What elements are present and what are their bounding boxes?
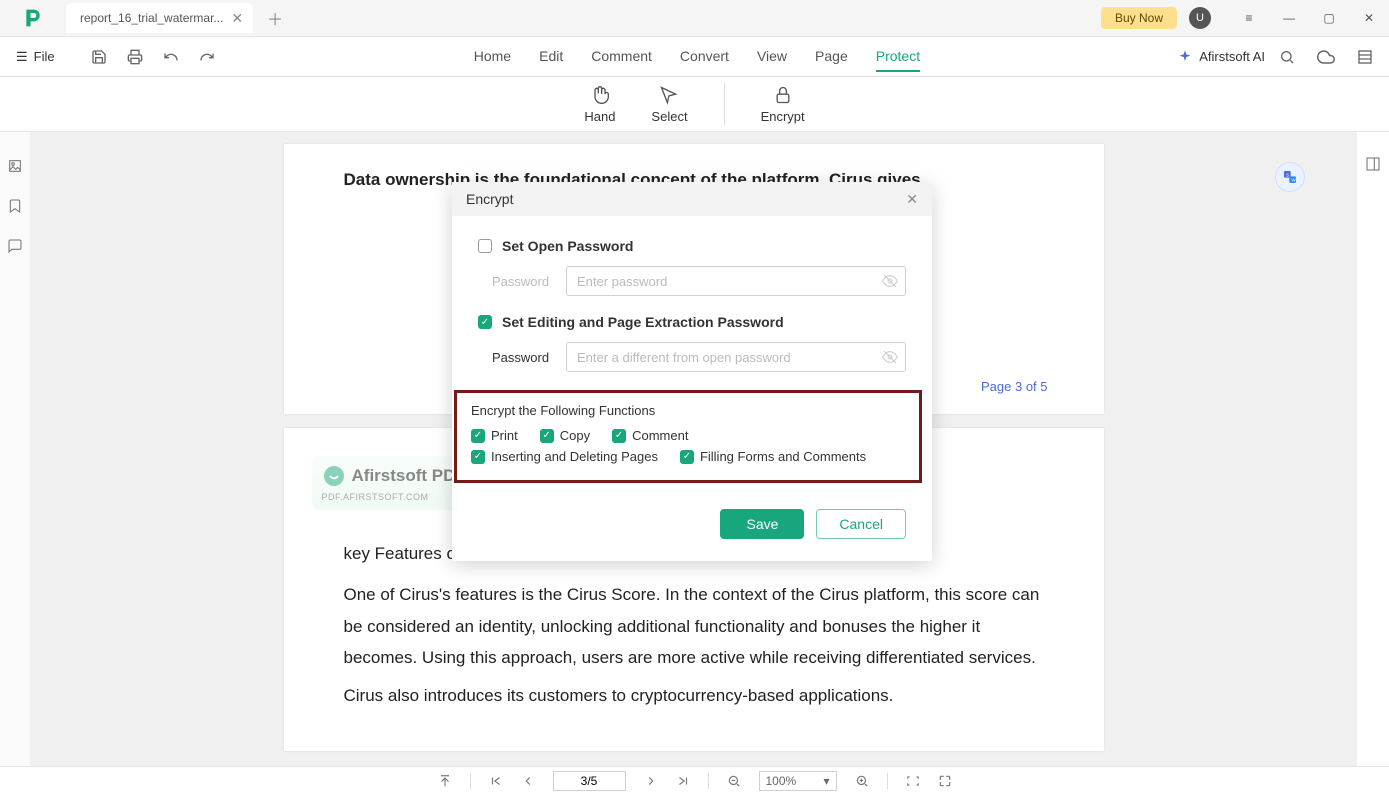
search-icon[interactable] bbox=[1279, 49, 1295, 65]
chk-print[interactable]: ✓Print bbox=[471, 428, 518, 443]
properties-icon[interactable] bbox=[1365, 156, 1381, 172]
chk-copy[interactable]: ✓Copy bbox=[540, 428, 590, 443]
eye-icon[interactable] bbox=[882, 273, 898, 289]
tool-hand[interactable]: Hand bbox=[584, 85, 615, 124]
zoom-value: 100% bbox=[766, 774, 797, 788]
open-password-input[interactable] bbox=[566, 266, 906, 296]
zoom-in-icon[interactable] bbox=[855, 774, 869, 788]
add-tab-button[interactable]: ＋ bbox=[267, 6, 283, 30]
open-password-label: Set Open Password bbox=[502, 238, 633, 254]
file-menu[interactable]: ☰ File bbox=[8, 45, 63, 69]
menu-view[interactable]: View bbox=[757, 42, 787, 72]
tool-select[interactable]: Select bbox=[651, 85, 687, 124]
hamburger-icon[interactable]: ≡ bbox=[1229, 0, 1269, 37]
page-number-input[interactable] bbox=[553, 771, 626, 791]
chk-insert-delete[interactable]: ✓Inserting and Deleting Pages bbox=[471, 449, 658, 464]
close-icon[interactable]: ✕ bbox=[231, 10, 243, 27]
bookmark-icon[interactable] bbox=[7, 198, 23, 214]
left-sidebar bbox=[0, 132, 30, 766]
panel-icon[interactable] bbox=[1357, 49, 1373, 65]
chk-comment[interactable]: ✓Comment bbox=[612, 428, 688, 443]
chevron-down-icon: ▾ bbox=[823, 774, 829, 788]
tool-encrypt-label: Encrypt bbox=[761, 109, 805, 124]
main-menu: Home Edit Comment Convert View Page Prot… bbox=[217, 42, 1178, 72]
app-logo[interactable] bbox=[18, 3, 48, 33]
print-icon[interactable] bbox=[127, 48, 145, 66]
tool-hand-label: Hand bbox=[584, 109, 615, 124]
page-indicator: Page 3 of 5 bbox=[981, 379, 1048, 394]
menu-home[interactable]: Home bbox=[474, 42, 511, 72]
last-page-icon[interactable] bbox=[676, 774, 690, 788]
cloud-icon[interactable] bbox=[1317, 48, 1335, 66]
translate-icon[interactable]: SW bbox=[1275, 162, 1305, 192]
fit-width-icon[interactable] bbox=[906, 774, 920, 788]
menu-icon: ☰ bbox=[16, 49, 28, 65]
menu-convert[interactable]: Convert bbox=[680, 42, 729, 72]
undo-icon[interactable] bbox=[163, 48, 181, 66]
encrypt-functions-box: Encrypt the Following Functions ✓Print ✓… bbox=[454, 390, 922, 483]
prev-page-icon[interactable] bbox=[521, 774, 535, 788]
save-icon[interactable] bbox=[91, 48, 109, 66]
checkbox-open-password[interactable] bbox=[478, 239, 492, 253]
edit-password-input[interactable] bbox=[566, 342, 906, 372]
ai-button[interactable]: Afirstsoft AI bbox=[1177, 49, 1265, 65]
maximize-icon[interactable]: ▢ bbox=[1309, 0, 1349, 37]
dialog-titlebar: Encrypt ✕ bbox=[452, 182, 932, 216]
right-sidebar bbox=[1357, 132, 1389, 766]
menu-page[interactable]: Page bbox=[815, 42, 848, 72]
tool-encrypt[interactable]: Encrypt bbox=[761, 85, 805, 124]
save-button[interactable]: Save bbox=[720, 509, 804, 539]
menu-protect[interactable]: Protect bbox=[876, 42, 920, 72]
file-label: File bbox=[34, 49, 55, 64]
statusbar: 100% ▾ bbox=[0, 766, 1389, 794]
watermark-sub: PDF.AFIRSTSOFT.COM bbox=[322, 492, 472, 502]
encrypt-dialog: Encrypt ✕ Set Open Password Password ✓ S… bbox=[452, 182, 932, 561]
paragraph: One of Cirus's features is the Cirus Sco… bbox=[344, 579, 1044, 673]
fullscreen-icon[interactable] bbox=[938, 774, 952, 788]
menu-edit[interactable]: Edit bbox=[539, 42, 563, 72]
watermark-title: Afirstsoft PDF bbox=[352, 466, 466, 486]
dialog-title: Encrypt bbox=[466, 191, 513, 207]
redo-icon[interactable] bbox=[199, 48, 217, 66]
first-page-icon[interactable] bbox=[489, 774, 503, 788]
tool-select-label: Select bbox=[651, 109, 687, 124]
minimize-icon[interactable]: — bbox=[1269, 0, 1309, 37]
tab-title: report_16_trial_watermar... bbox=[80, 11, 223, 25]
zoom-select[interactable]: 100% ▾ bbox=[759, 771, 837, 791]
checkbox-edit-password[interactable]: ✓ bbox=[478, 315, 492, 329]
zoom-out-icon[interactable] bbox=[727, 774, 741, 788]
scroll-top-icon[interactable] bbox=[438, 774, 452, 788]
functions-title: Encrypt the Following Functions bbox=[471, 403, 905, 418]
buy-now-button[interactable]: Buy Now bbox=[1101, 7, 1177, 29]
cancel-button[interactable]: Cancel bbox=[816, 509, 906, 539]
paragraph: Cirus also introduces its customers to c… bbox=[344, 680, 1044, 711]
password-label: Password bbox=[492, 274, 550, 289]
comments-icon[interactable] bbox=[7, 238, 23, 254]
eye-icon[interactable] bbox=[882, 349, 898, 365]
chk-fill-forms[interactable]: ✓Filling Forms and Comments bbox=[680, 449, 866, 464]
password-label: Password bbox=[492, 350, 550, 365]
ai-label-text: Afirstsoft AI bbox=[1199, 49, 1265, 64]
menu-comment[interactable]: Comment bbox=[591, 42, 652, 72]
next-page-icon[interactable] bbox=[644, 774, 658, 788]
close-icon[interactable]: ✕ bbox=[906, 191, 918, 208]
avatar[interactable]: U bbox=[1189, 7, 1211, 29]
thumbnails-icon[interactable] bbox=[7, 158, 23, 174]
edit-password-label: Set Editing and Page Extraction Password bbox=[502, 314, 784, 330]
menubar: ☰ File Home Edit Comment Convert View Pa… bbox=[0, 37, 1389, 77]
titlebar: report_16_trial_watermar... ✕ ＋ Buy Now … bbox=[0, 0, 1389, 37]
toolbar-separator bbox=[724, 82, 725, 126]
svg-text:S: S bbox=[1286, 172, 1289, 177]
protect-toolbar: Hand Select Encrypt bbox=[0, 77, 1389, 132]
close-window-icon[interactable]: ✕ bbox=[1349, 0, 1389, 37]
tab-document[interactable]: report_16_trial_watermar... ✕ bbox=[66, 3, 253, 33]
svg-text:W: W bbox=[1291, 178, 1296, 183]
